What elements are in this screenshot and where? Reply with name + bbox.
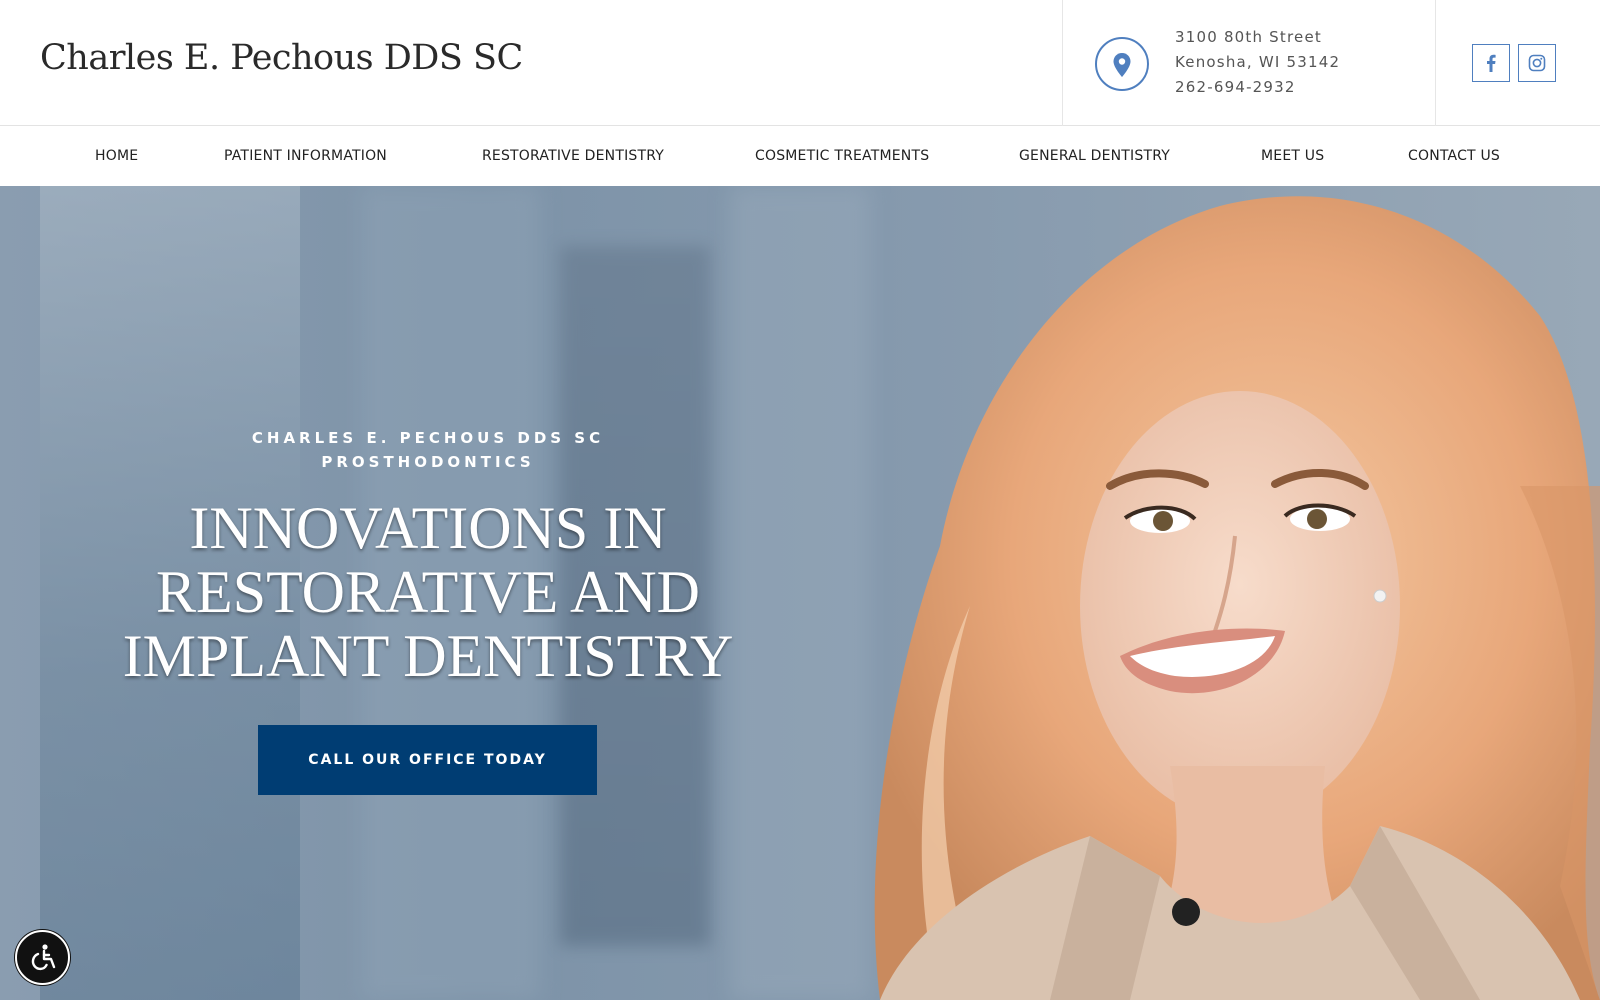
- instagram-icon: [1528, 54, 1546, 72]
- facebook-icon: [1487, 54, 1496, 72]
- hero-headline-line2: RESTORATIVE AND: [156, 559, 700, 625]
- instagram-button[interactable]: [1518, 44, 1556, 82]
- nav-item-meet-us[interactable]: MEET US: [1261, 148, 1324, 164]
- map-pin-icon[interactable]: [1095, 37, 1149, 91]
- main-nav: HOME PATIENT INFORMATION RESTORATIVE DEN…: [0, 126, 1600, 186]
- hero-headline-line1: INNOVATIONS IN: [189, 495, 667, 561]
- contact-block: 3100 80th Street Kenosha, WI 53142 262-6…: [1062, 0, 1436, 126]
- facebook-button[interactable]: [1472, 44, 1510, 82]
- hero-banner: CHARLES E. PECHOUS DDS SC PROSTHODONTICS…: [0, 186, 1600, 1000]
- hero-headline-line3: IMPLANT DENTISTRY: [122, 623, 734, 689]
- nav-item-cosmetic-treatments[interactable]: COSMETIC TREATMENTS: [755, 148, 929, 164]
- nav-item-patient-information[interactable]: PATIENT INFORMATION: [224, 148, 387, 164]
- call-office-button[interactable]: CALL OUR OFFICE TODAY: [258, 725, 597, 795]
- nav-item-restorative-dentistry[interactable]: RESTORATIVE DENTISTRY: [482, 148, 664, 164]
- phone-number[interactable]: 262-694-2932: [1175, 78, 1296, 96]
- hero-woman-image: [874, 196, 1600, 1000]
- nav-item-contact-us[interactable]: CONTACT US: [1408, 148, 1500, 164]
- nav-item-home[interactable]: HOME: [95, 148, 138, 164]
- accessibility-button[interactable]: [15, 930, 70, 985]
- wheelchair-icon: [31, 944, 56, 971]
- site-logo[interactable]: Charles E. Pechous DDS SC: [40, 38, 523, 78]
- address-city[interactable]: Kenosha, WI 53142: [1175, 53, 1340, 71]
- hero-subtitle-practice: CHARLES E. PECHOUS DDS SC: [251, 429, 605, 447]
- site-header: Charles E. Pechous DDS SC 3100 80th Stre…: [0, 0, 1600, 126]
- hero-subtitle-specialty: PROSTHODONTICS: [321, 453, 535, 471]
- address-street[interactable]: 3100 80th Street: [1175, 28, 1322, 46]
- nav-item-general-dentistry[interactable]: GENERAL DENTISTRY: [1019, 148, 1170, 164]
